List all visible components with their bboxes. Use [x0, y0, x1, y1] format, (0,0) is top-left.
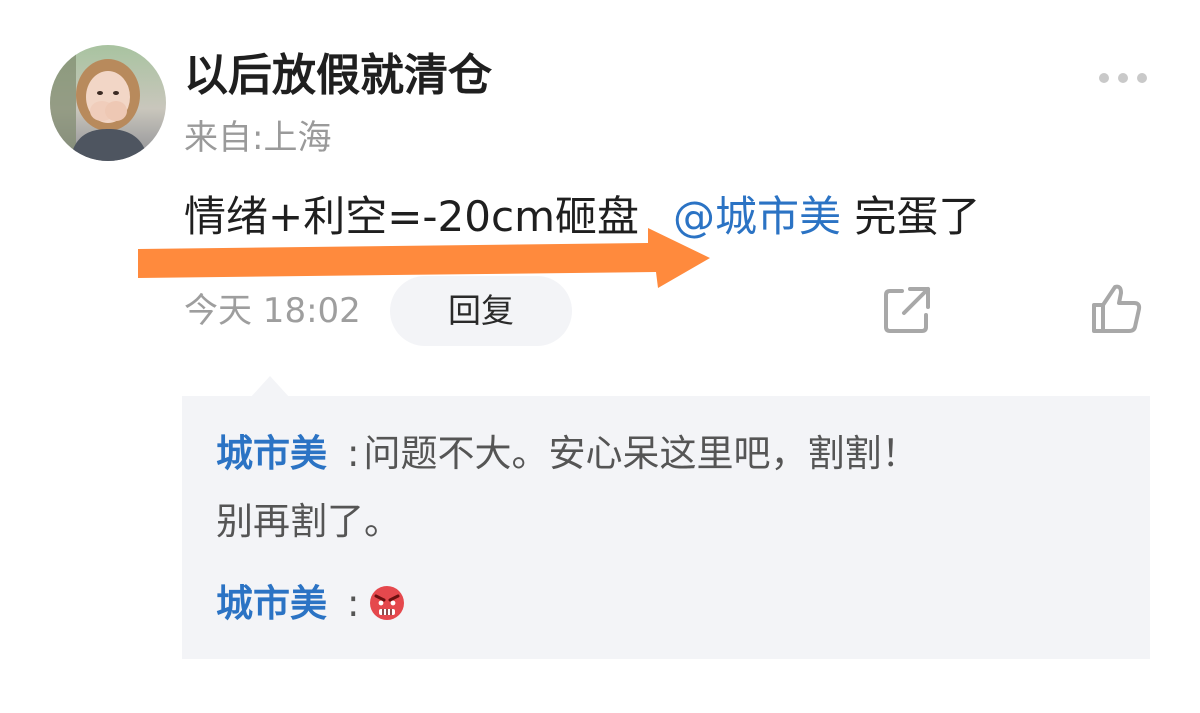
timestamp: 今天 18:02: [184, 291, 361, 331]
more-dots-icon: [1099, 73, 1147, 83]
reply-button[interactable]: 回复: [390, 276, 572, 346]
comment-trailing-text: 完蛋了: [854, 192, 981, 241]
reply-separator: :: [347, 582, 360, 625]
reply-username[interactable]: 城市美: [216, 582, 327, 625]
reply-text-continued: 别再割了。: [216, 500, 401, 543]
more-options-button[interactable]: [1096, 66, 1150, 90]
user-photo: [50, 45, 166, 161]
reply-username[interactable]: 城市美: [216, 432, 327, 475]
reply-separator: :: [347, 432, 360, 475]
avatar[interactable]: [50, 45, 166, 161]
thumbs-up-icon: [1092, 284, 1142, 333]
share-icon: [884, 287, 930, 333]
like-button[interactable]: [1088, 281, 1144, 337]
reply-item: 城市美: 问题不大。安心呆这里吧，割割！: [216, 426, 918, 482]
reply-box-pointer: [250, 376, 290, 398]
location-label: 来自:上海: [184, 118, 332, 158]
angry-face-emoji: [370, 585, 405, 620]
reply-item: 城市美:: [216, 576, 407, 632]
reply-text: 问题不大。安心呆这里吧，割割！: [363, 432, 919, 475]
share-button[interactable]: [880, 283, 934, 337]
username[interactable]: 以后放假就清仓: [184, 46, 492, 106]
